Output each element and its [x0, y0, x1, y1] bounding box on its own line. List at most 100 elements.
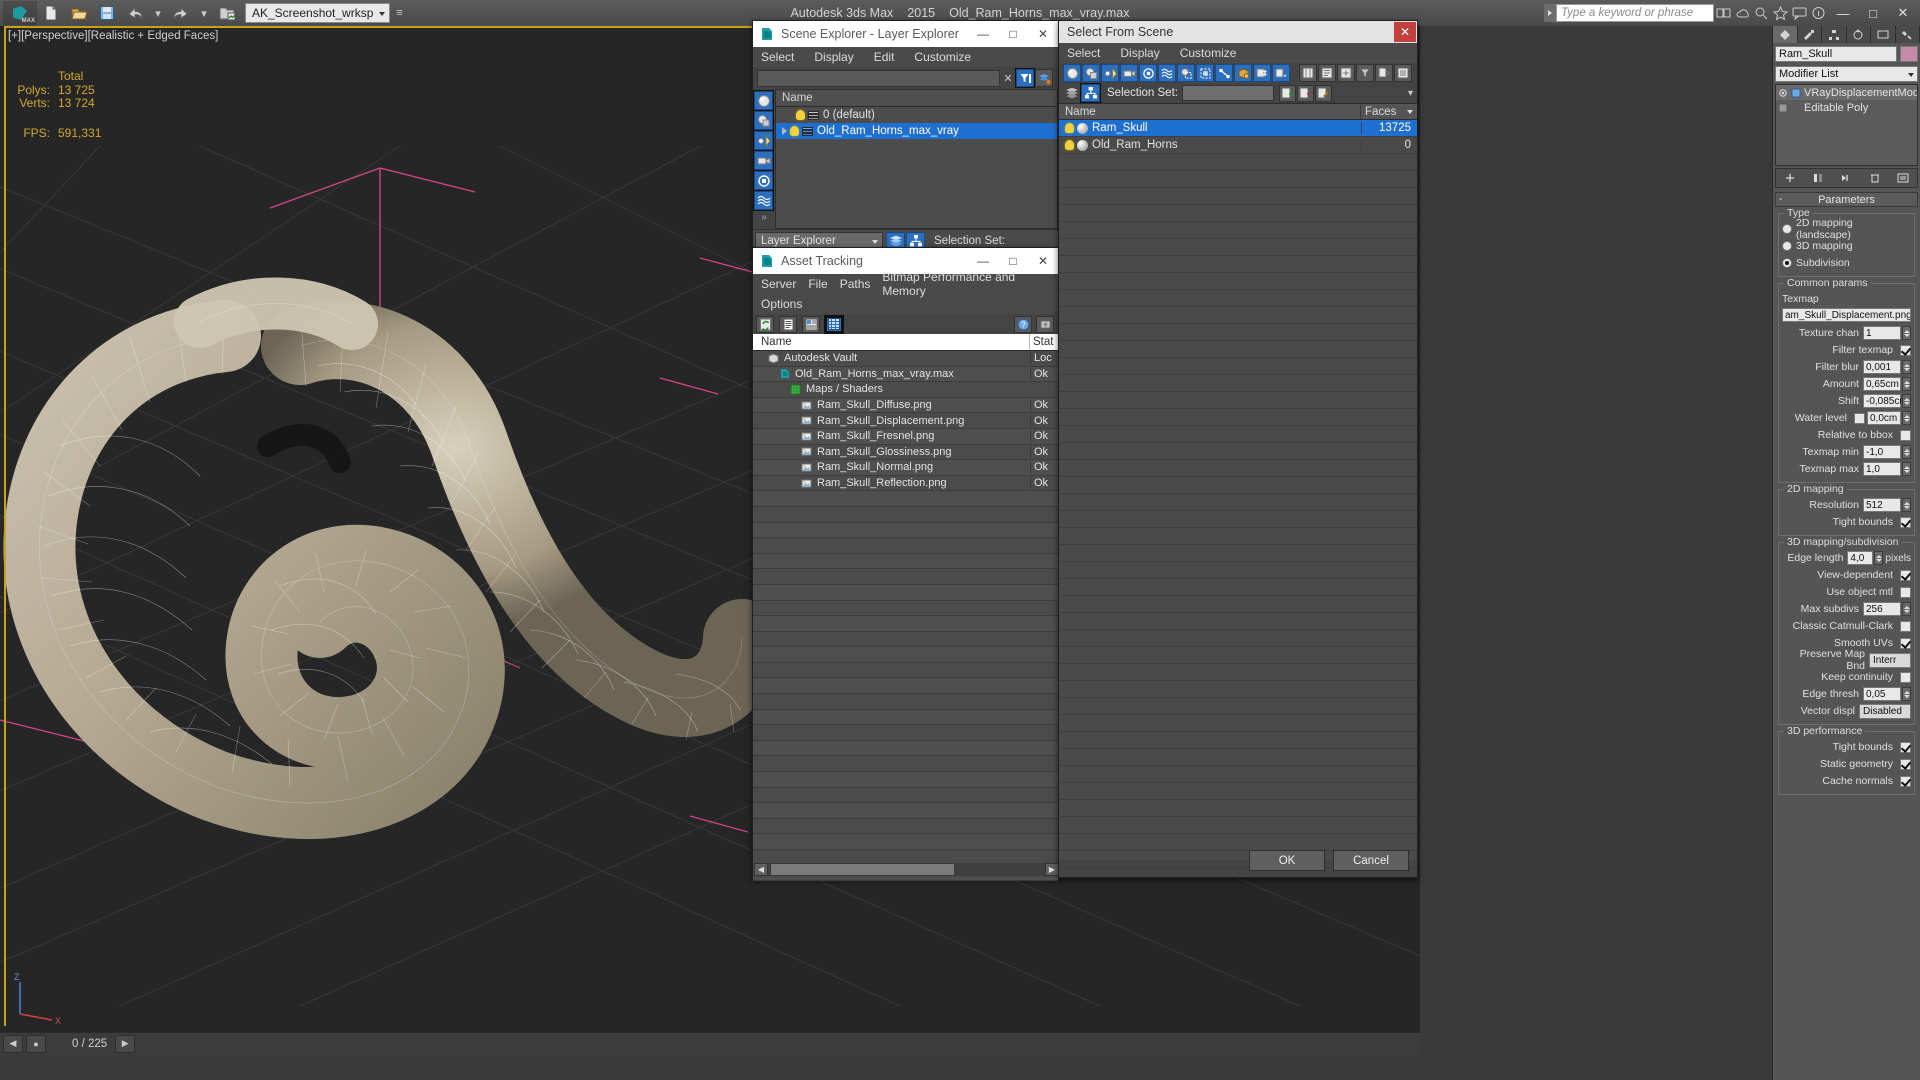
new-file-icon[interactable] — [38, 2, 64, 24]
filter-cameras-icon[interactable] — [754, 151, 773, 170]
scene-explorer-search-input[interactable] — [757, 70, 1000, 87]
texmap-max-row[interactable]: Texmap max 1,0 — [1782, 461, 1911, 477]
modifier-stack[interactable]: VRayDisplacementMod Editable Poly — [1775, 84, 1918, 166]
asset-tracking-horizontal-scrollbar[interactable]: ◀ ▶ — [754, 862, 1059, 877]
info-center-icon[interactable] — [1810, 4, 1827, 22]
filter-geometry-icon[interactable] — [754, 91, 773, 110]
filter-xrefs-icon[interactable] — [1196, 64, 1214, 82]
properties-view-icon[interactable] — [802, 316, 820, 333]
scene-explorer-filter-toolbar[interactable]: » — [753, 89, 775, 229]
vector-displ-row[interactable]: Vector displ Disabled — [1782, 703, 1911, 719]
resolution-input[interactable]: 512 — [1863, 498, 1901, 512]
asset-tracking-window[interactable]: Asset Tracking — □ ✕ Server File Paths B… — [752, 247, 1059, 879]
menu-select[interactable]: Select — [1067, 46, 1100, 60]
menu-display[interactable]: Display — [814, 50, 853, 64]
light-bulb-icon[interactable] — [790, 126, 799, 136]
search-input[interactable]: Type a keyword or phrase — [1556, 4, 1714, 22]
filter-blur-input[interactable]: 0,001 — [1863, 360, 1901, 374]
select-from-scene-menubar[interactable]: Select Display Customize — [1059, 43, 1417, 63]
tab-hierarchy[interactable] — [1822, 26, 1847, 43]
filter-geometry-icon[interactable] — [1063, 64, 1081, 82]
filter-texmap-row[interactable]: Filter texmap — [1782, 342, 1911, 358]
scene-object-row[interactable]: Old_Ram_Horns0 — [1059, 137, 1417, 154]
redo-icon[interactable] — [168, 2, 194, 24]
workspace-selector[interactable]: AK_Screenshot_wrksp — [245, 3, 390, 23]
texture-channel-input[interactable]: 1 — [1863, 326, 1901, 340]
scene-object-row[interactable]: Ram_Skull13725 — [1059, 120, 1417, 137]
asset-tracking-column-headers[interactable]: Name Stat — [753, 334, 1058, 351]
stack-item-editable-poly[interactable]: Editable Poly — [1776, 100, 1917, 115]
view-dependent-row[interactable]: View-dependent — [1782, 567, 1911, 583]
show-end-result-icon[interactable] — [1811, 171, 1826, 186]
preserve-map-bnd-combo[interactable]: Interr — [1869, 653, 1911, 668]
window-close-button[interactable]: ✕ — [1888, 2, 1918, 24]
prev-frame-button[interactable]: ◀ — [3, 1035, 23, 1053]
asset-row[interactable]: Ram_Skull_Fresnel.pngOk — [753, 429, 1058, 445]
filter-helpers-icon[interactable] — [1139, 64, 1157, 82]
type-option-2d[interactable]: 2D mapping (landscape) — [1782, 221, 1911, 237]
cancel-button[interactable]: Cancel — [1333, 850, 1409, 871]
light-bulb-icon[interactable] — [1065, 123, 1074, 133]
refresh-icon[interactable] — [756, 316, 774, 333]
help-icon[interactable]: ? — [1014, 316, 1032, 333]
filter-bones-icon[interactable] — [1215, 64, 1233, 82]
column-faces[interactable]: Faces — [1361, 104, 1417, 119]
asset-row[interactable]: Ram_Skull_Normal.pngOk — [753, 460, 1058, 476]
open-file-icon[interactable] — [66, 2, 92, 24]
filter-blur-row[interactable]: Filter blur 0,001 — [1782, 359, 1911, 375]
scene-explorer-close-button[interactable]: ✕ — [1028, 21, 1058, 47]
menu-display[interactable]: Display — [1120, 46, 1159, 60]
asset-row[interactable]: Ram_Skull_Diffuse.pngOk — [753, 398, 1058, 414]
redo-dropdown-icon[interactable]: ▾ — [195, 3, 213, 23]
use-object-mtl-row[interactable]: Use object mtl — [1782, 584, 1911, 600]
keep-continuity-checkbox[interactable] — [1900, 672, 1911, 683]
signin-icon[interactable] — [1715, 4, 1732, 22]
clear-search-icon[interactable]: ✕ — [1000, 72, 1016, 85]
key-mode-button[interactable]: ● — [26, 1035, 46, 1053]
asset-row[interactable]: Ram_Skull_Displacement.pngOk — [753, 413, 1058, 429]
set-project-folder-icon[interactable] — [214, 2, 240, 24]
amount-spinner[interactable] — [1902, 377, 1911, 391]
scene-explorer-tree[interactable]: Name 0 (default) Old_Ram_Horns_max_vray — [775, 89, 1058, 229]
shift-input[interactable]: -0,085cm — [1863, 394, 1901, 408]
remove-selection-set-icon[interactable] — [1297, 85, 1314, 102]
expand-all-icon[interactable] — [1337, 64, 1355, 82]
preserve-map-bnd-row[interactable]: Preserve Map Bnd Interr — [1782, 652, 1911, 668]
parameters-rollout[interactable]: - Parameters Type 2D mapping (landscape)… — [1775, 192, 1918, 795]
menu-bitmap-performance[interactable]: Bitmap Performance and Memory — [882, 270, 1058, 298]
filter-containers-icon[interactable] — [1234, 64, 1252, 82]
texmap-max-spinner[interactable] — [1902, 462, 1911, 476]
sort-az-icon[interactable] — [1318, 64, 1336, 82]
shift-row[interactable]: Shift -0,085cm — [1782, 393, 1911, 409]
layer-filter-icon[interactable] — [1035, 69, 1053, 87]
tight-bounds-2d-checkbox[interactable] — [1900, 517, 1911, 528]
save-file-icon[interactable] — [94, 2, 120, 24]
asset-row[interactable]: Ram_Skull_Reflection.pngOk — [753, 476, 1058, 492]
radio-3d-mapping[interactable] — [1782, 241, 1792, 251]
menu-select[interactable]: Select — [761, 50, 794, 64]
filter-cameras-icon[interactable] — [1120, 64, 1138, 82]
undo-icon[interactable] — [122, 2, 148, 24]
asset-row[interactable]: Old_Ram_Horns_max_vray.maxOk — [753, 367, 1058, 383]
static-geometry-row[interactable]: Static geometry — [1782, 756, 1911, 772]
filter-texmap-checkbox[interactable] — [1900, 345, 1911, 356]
exchange-icon[interactable] — [1772, 4, 1789, 22]
cache-normals-checkbox[interactable] — [1900, 776, 1911, 787]
help-search-icon[interactable] — [1753, 4, 1770, 22]
asset-tracking-toolbar[interactable]: ? — [753, 314, 1058, 334]
amount-row[interactable]: Amount 0,65cm — [1782, 376, 1911, 392]
select-from-scene-selectionset-row[interactable]: Selection Set: ▾ — [1059, 83, 1417, 103]
3dsmax-logo-icon[interactable]: MAX — [3, 1, 37, 25]
list-view-icon[interactable] — [779, 316, 797, 333]
scroll-right-icon[interactable]: ▶ — [1045, 863, 1059, 876]
edge-length-spinner[interactable] — [1874, 551, 1883, 565]
layer-stack-icon[interactable] — [1063, 85, 1080, 102]
water-level-checkbox[interactable] — [1854, 413, 1865, 424]
select-from-scene-list[interactable]: Ram_Skull13725Old_Ram_Horns0 — [1059, 120, 1417, 860]
asset-row[interactable]: Maps / Shaders — [753, 382, 1058, 398]
view-dependent-checkbox[interactable] — [1900, 570, 1911, 581]
scroll-left-icon[interactable]: ◀ — [754, 863, 768, 876]
search-expand-icon[interactable] — [1544, 4, 1556, 22]
object-name-row[interactable]: Ram_Skull — [1773, 45, 1920, 63]
menu-file[interactable]: File — [808, 277, 827, 291]
